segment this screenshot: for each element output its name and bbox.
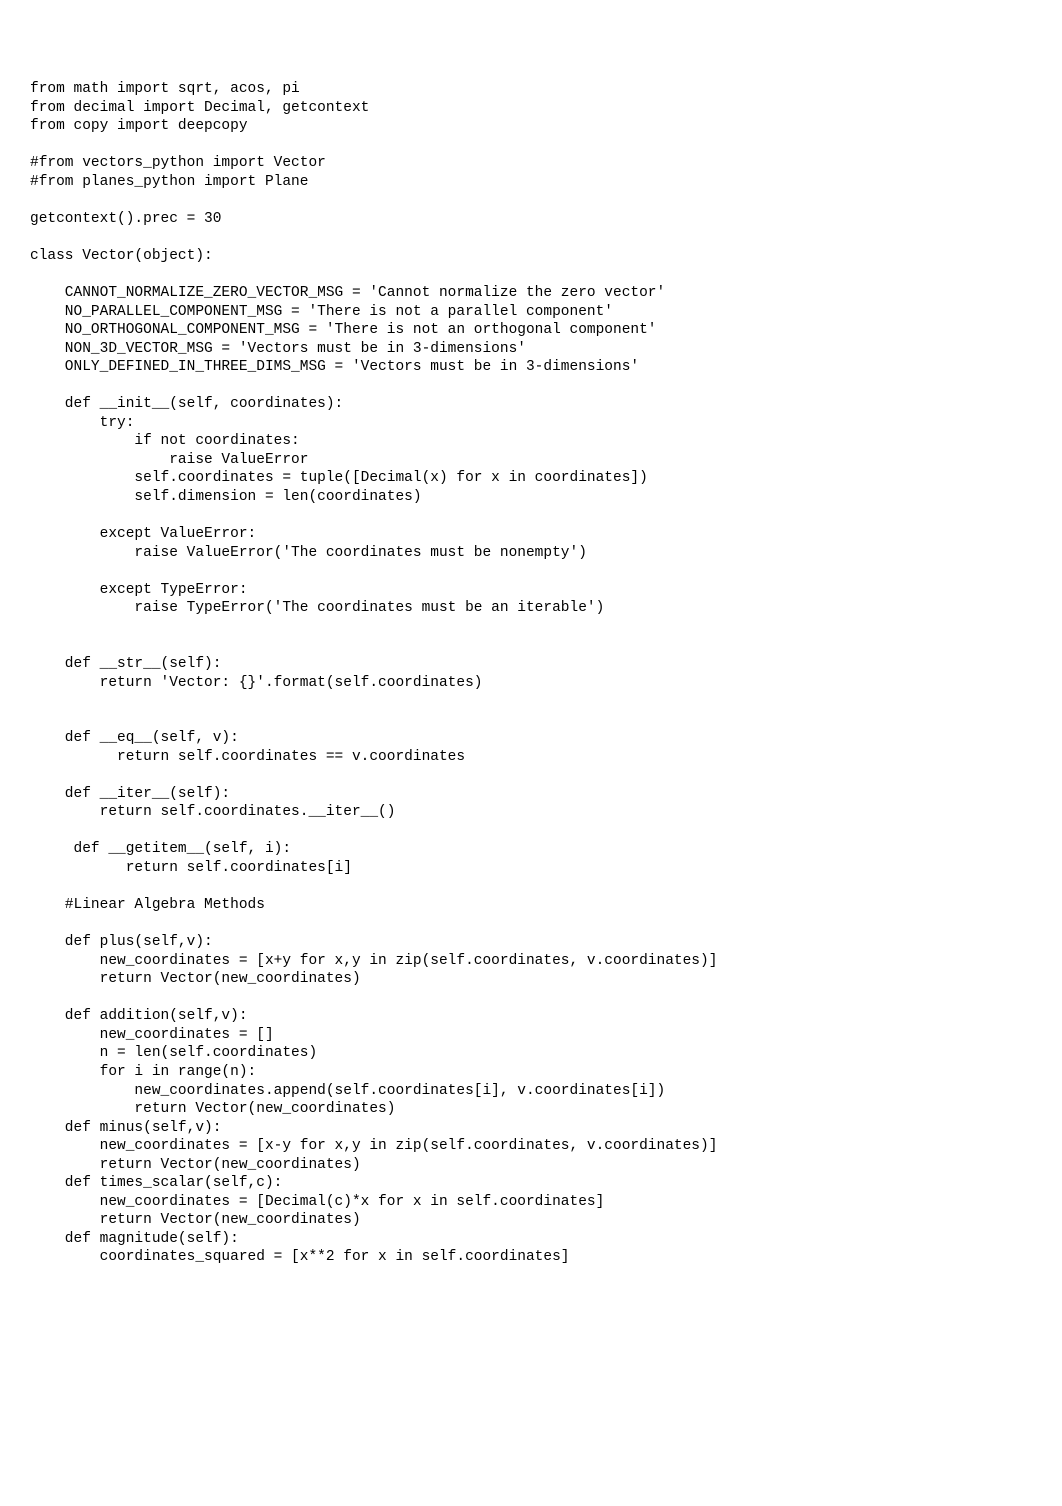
code-block: from math import sqrt, acos, pi from dec… [30,80,1032,1267]
code-document: from math import sqrt, acos, pi from dec… [0,0,1062,1297]
